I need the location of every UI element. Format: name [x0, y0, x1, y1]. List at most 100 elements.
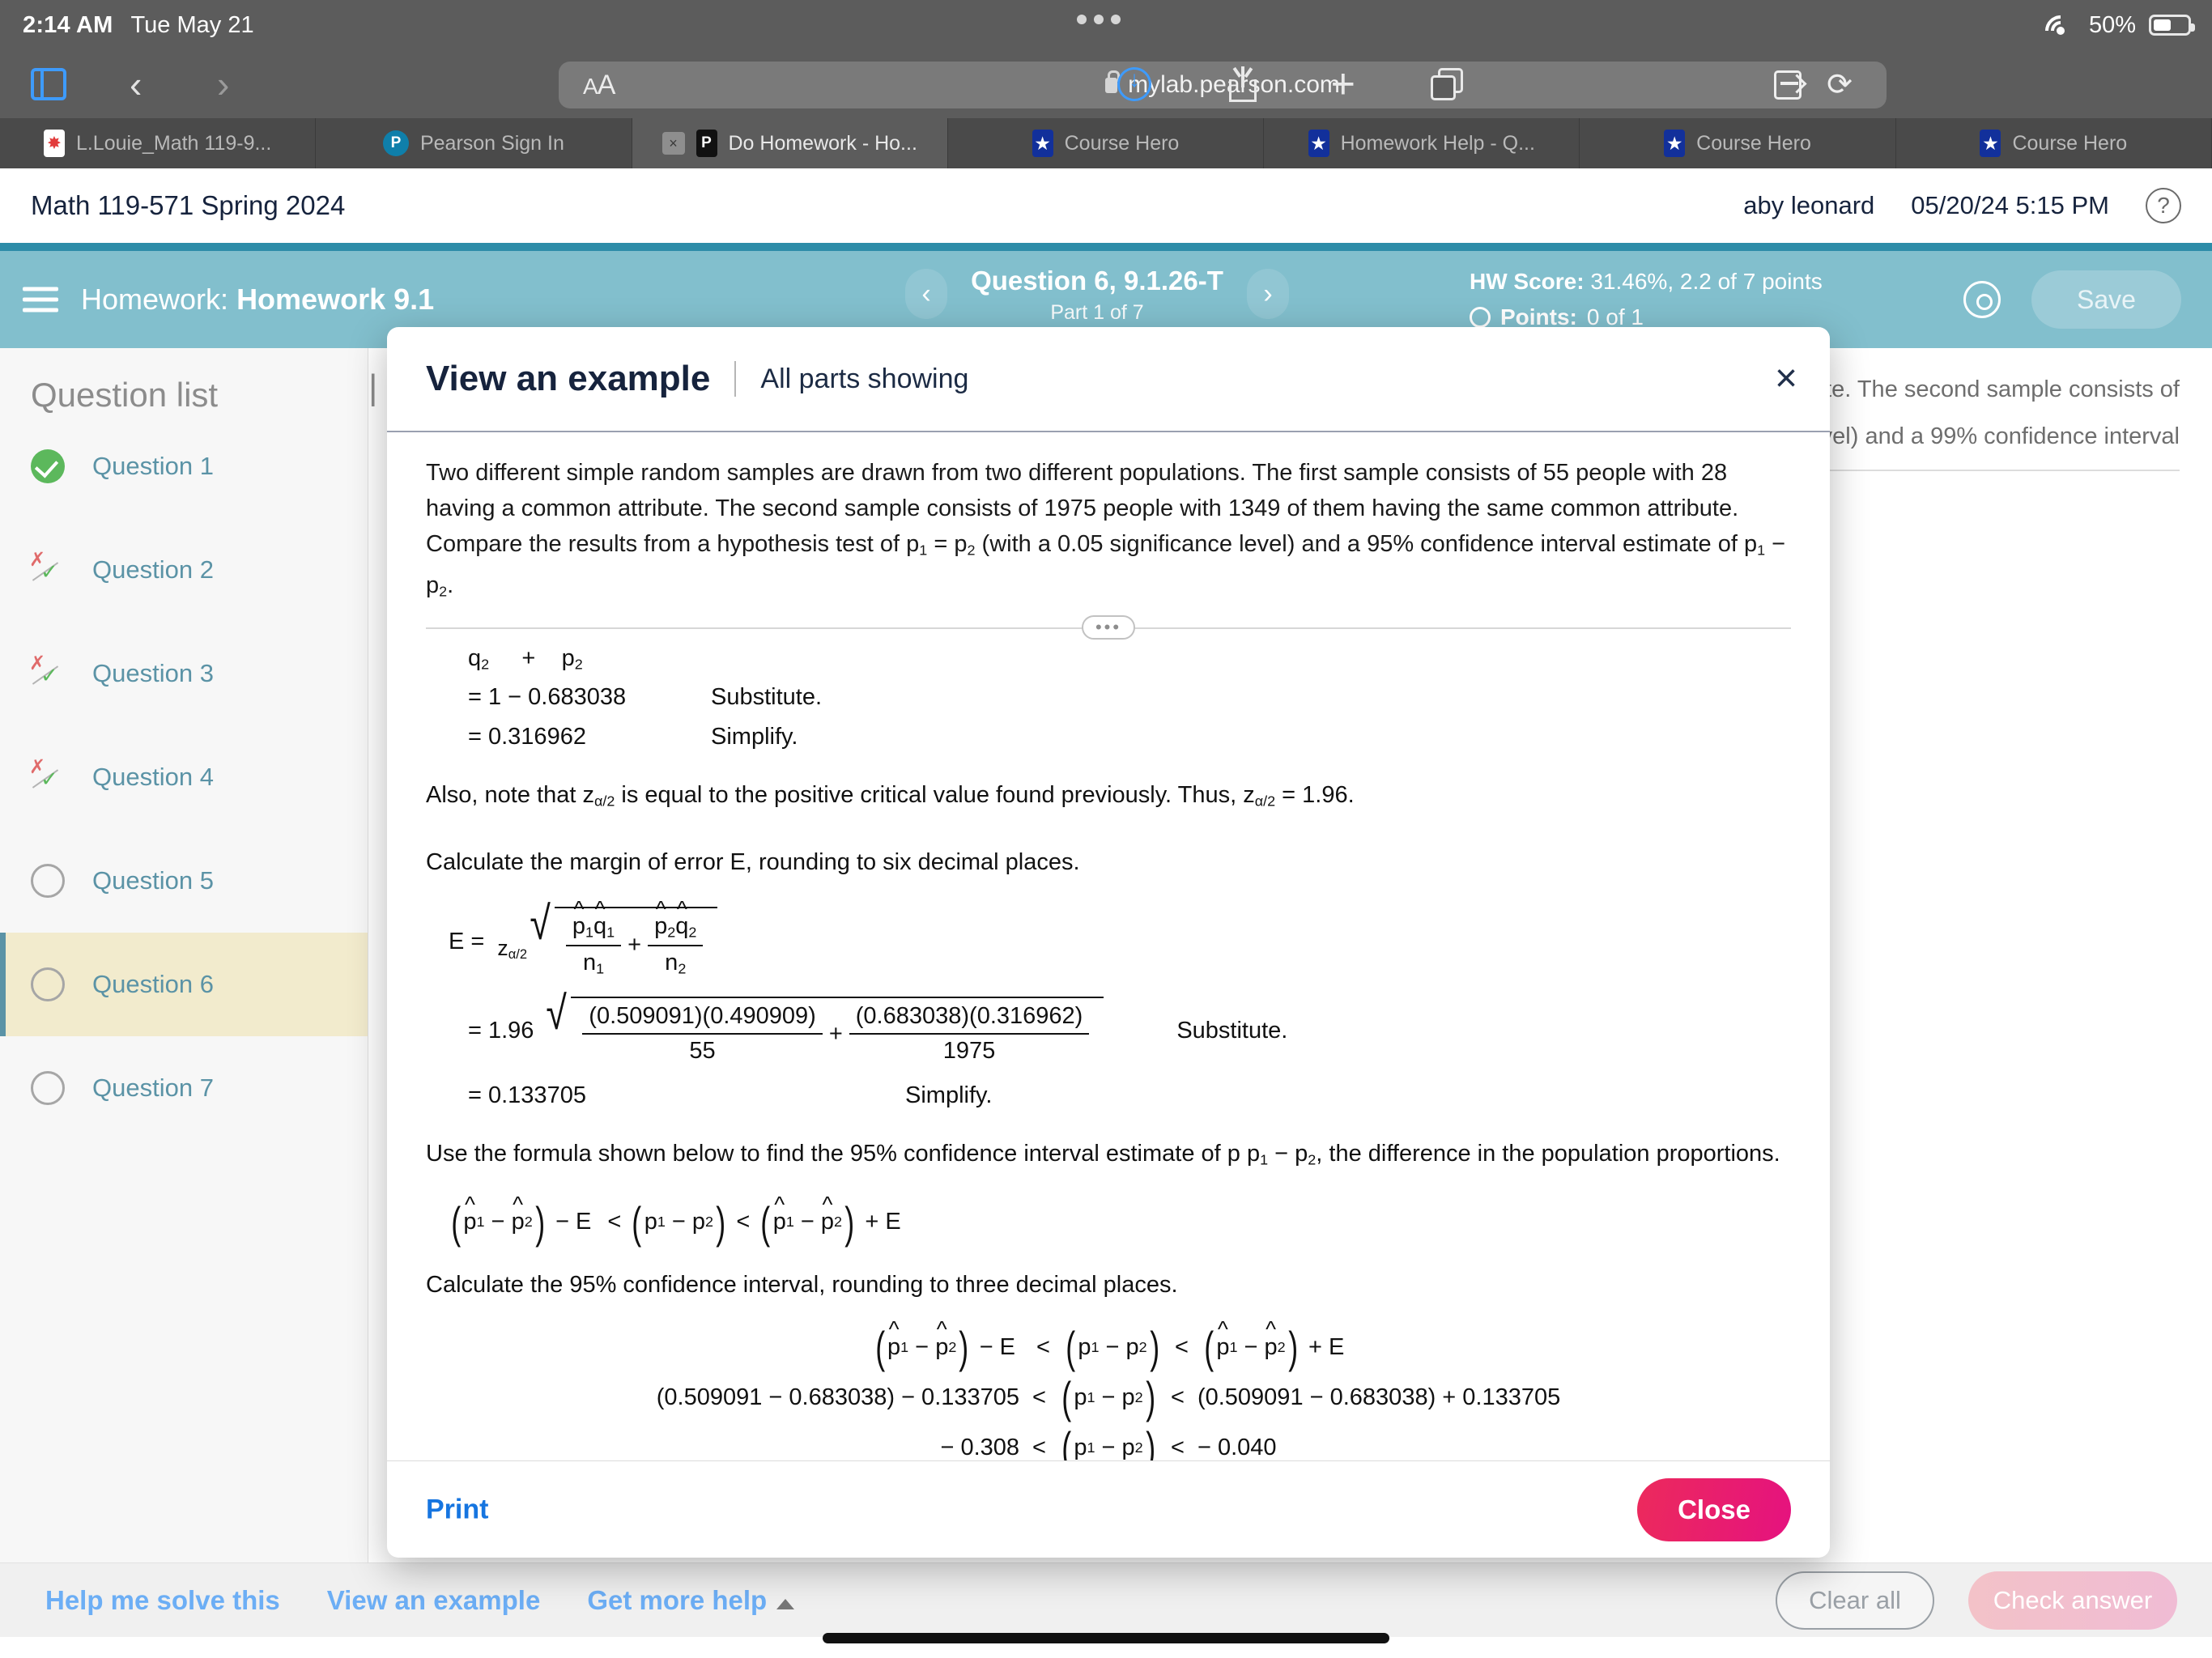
p-diff-group: (p 1 − p 2)	[632, 1197, 726, 1248]
problem-sub: 2	[439, 583, 448, 600]
download-icon[interactable]	[1117, 66, 1151, 101]
p-diff-group: (p 1 − p 2)	[1061, 1422, 1155, 1460]
ci-formula-instruction: Use the formula shown below to find the …	[426, 1137, 1791, 1176]
browser-tab[interactable]: ★ Course Hero	[1896, 118, 2212, 168]
view-an-example-link[interactable]: View an example	[327, 1585, 541, 1616]
minus-e: − E	[979, 1333, 1016, 1360]
tab-close-icon[interactable]: ×	[661, 132, 685, 155]
note-sub: α/2	[1254, 793, 1276, 810]
page-header-right: aby leonard 05/20/24 5:15 PM ?	[1743, 188, 2181, 223]
sidebar-item-question-2[interactable]: Question 2	[0, 518, 368, 622]
problem-seg: = p	[927, 531, 968, 557]
accent-divider	[0, 243, 2212, 251]
sidebar-item-question-4[interactable]: Question 4	[0, 725, 368, 829]
numerator: p2q2	[648, 913, 703, 944]
forward-button[interactable]: ›	[217, 66, 229, 103]
status-partial-icon	[29, 548, 65, 587]
browser-tab[interactable]: P Pearson Sign In	[316, 118, 632, 168]
sidebar-item-question-7[interactable]: Question 7	[0, 1036, 368, 1140]
caret-up-icon	[776, 1598, 795, 1609]
sidebar-item-question-6[interactable]: Question 6	[0, 933, 368, 1036]
ios-status-bar: 2:14 AM Tue May 21 50%	[0, 0, 2212, 53]
back-button[interactable]: ‹	[130, 66, 142, 103]
course-title: Math 119-571 Spring 2024	[31, 190, 346, 220]
reload-icon[interactable]: ⟳	[1827, 70, 1853, 100]
phat-diff-group: (p1 − p2)	[1202, 1324, 1300, 1369]
ci-calc-instruction: Calculate the 95% confidence interval, r…	[426, 1271, 1178, 1298]
browser-tab[interactable]: ★ Homework Help - Q...	[1264, 118, 1580, 168]
clear-all-button[interactable]: Clear all	[1776, 1571, 1934, 1630]
problem-statement: Two different simple random samples are …	[387, 432, 1830, 640]
sidebar-item-label: Question 5	[92, 866, 214, 895]
ci-upper-value: − 0.040	[1197, 1434, 1277, 1460]
help-links: Help me solve this View an example Get m…	[45, 1585, 795, 1616]
get-more-help-link[interactable]: Get more help	[587, 1585, 795, 1616]
url-text-wrap: mylab.pearson.com	[559, 70, 1887, 99]
battery-icon	[2149, 15, 2195, 36]
radicand: p1q1 n1 + p2q2 n2	[554, 907, 718, 977]
next-question-button[interactable]: ›	[1247, 269, 1289, 319]
coursehero-favicon: ★	[1032, 130, 1053, 157]
status-partial-icon	[29, 652, 65, 691]
gear-icon[interactable]	[1963, 281, 2001, 318]
sidebar-item-label: Question 6	[92, 970, 214, 998]
sidebar-item-label: Question 3	[92, 659, 214, 687]
collapse-handle[interactable]: •••	[1082, 614, 1135, 640]
close-icon[interactable]: ×	[1775, 359, 1797, 398]
instr-seg: Use the formula shown below to find the …	[426, 1141, 1240, 1167]
sidebar-item-question-5[interactable]: Question 5	[0, 829, 368, 933]
status-complete-icon	[31, 449, 65, 483]
help-me-solve-this-link[interactable]: Help me solve this	[45, 1585, 280, 1616]
current-timestamp: 05/20/24 5:15 PM	[1911, 191, 2109, 219]
browser-tab[interactable]: ✸ L.Louie_Math 119-9...	[0, 118, 317, 168]
z-alpha-half: zα/2	[497, 936, 528, 963]
homework-label: Homework:	[81, 283, 229, 316]
browser-tab[interactable]: ★ Course Hero	[1580, 118, 1896, 168]
sqrt-expression: √ (0.509091)(0.490909) 55 + (0.683038)(0…	[543, 990, 1104, 1065]
page-header: Math 119-571 Spring 2024 aby leonard 05/…	[0, 168, 2212, 243]
sidebar-item-question-3[interactable]: Question 3	[0, 622, 368, 725]
margin-of-error-substituted: = 1.96 √ (0.509091)(0.490909) 55 + (0.68…	[426, 990, 1791, 1065]
step-note: Simplify.	[905, 1082, 993, 1109]
step-expression: = 0.133705	[468, 1082, 586, 1109]
address-bar[interactable]: AA mylab.pearson.com ⟳	[559, 62, 1887, 108]
problem-sub: 1	[919, 542, 928, 559]
p-diff-group: (p 1 − p 2)	[1066, 1321, 1159, 1372]
browser-tab-active[interactable]: × P Do Homework - Ho...	[632, 118, 948, 168]
home-indicator[interactable]	[823, 1633, 1389, 1643]
coursehero-favicon: ★	[1664, 130, 1686, 157]
ci-line-result: − 0.308 < (p 1 − p 2) < − 0.040	[426, 1422, 1791, 1460]
problem-seg: (with a 0.05 significance level) and a 9…	[975, 531, 1758, 557]
step-expression: = 0.316962	[468, 723, 586, 750]
puzzle-icon[interactable]	[1774, 70, 1802, 100]
sidebar-item-question-1[interactable]: Question 1	[0, 414, 368, 518]
status-bar-right: 50%	[2039, 9, 2195, 53]
coursehero-favicon: ★	[1308, 130, 1329, 157]
sidebar-toggle-icon[interactable]	[31, 68, 66, 100]
question-mark-icon[interactable]: ?	[2146, 188, 2181, 223]
sqrt-icon: √	[530, 897, 551, 950]
close-button[interactable]: Close	[1637, 1477, 1791, 1541]
note-sub: α/2	[593, 793, 615, 810]
hamburger-icon[interactable]	[23, 281, 58, 319]
lock-icon	[1105, 70, 1121, 93]
ci-upper-expression: (0.509091 − 0.683038) + 0.133705	[1197, 1384, 1561, 1410]
status-bar-left: 2:14 AM Tue May 21	[23, 12, 254, 39]
tabs-icon[interactable]	[1431, 68, 1463, 100]
less-than: <	[736, 1209, 751, 1235]
e-label: E =	[449, 929, 485, 955]
browser-tab[interactable]: ★ Course Hero	[948, 118, 1265, 168]
less-than: <	[1175, 1333, 1189, 1360]
sqrt-expression: √ p1q1 n1 + p2q2 n2	[527, 897, 718, 977]
share-icon[interactable]	[1229, 66, 1257, 102]
assignment-title: Homework: Homework 9.1	[81, 283, 434, 317]
phat-diff-group: (p1 − p2)	[758, 1200, 857, 1244]
score-summary: HW Score: 31.46%, 2.2 of 7 points Points…	[1470, 269, 1823, 330]
multitask-dots-icon[interactable]	[1077, 15, 1121, 24]
save-button[interactable]: Save	[2031, 270, 2181, 329]
sidebar-item-label: Question 2	[92, 555, 214, 584]
plus-icon[interactable]: +	[1331, 63, 1355, 105]
problem-sub: 1	[1757, 542, 1766, 559]
print-button[interactable]: Print	[426, 1494, 488, 1525]
check-answer-button[interactable]: Check answer	[1968, 1571, 2177, 1630]
